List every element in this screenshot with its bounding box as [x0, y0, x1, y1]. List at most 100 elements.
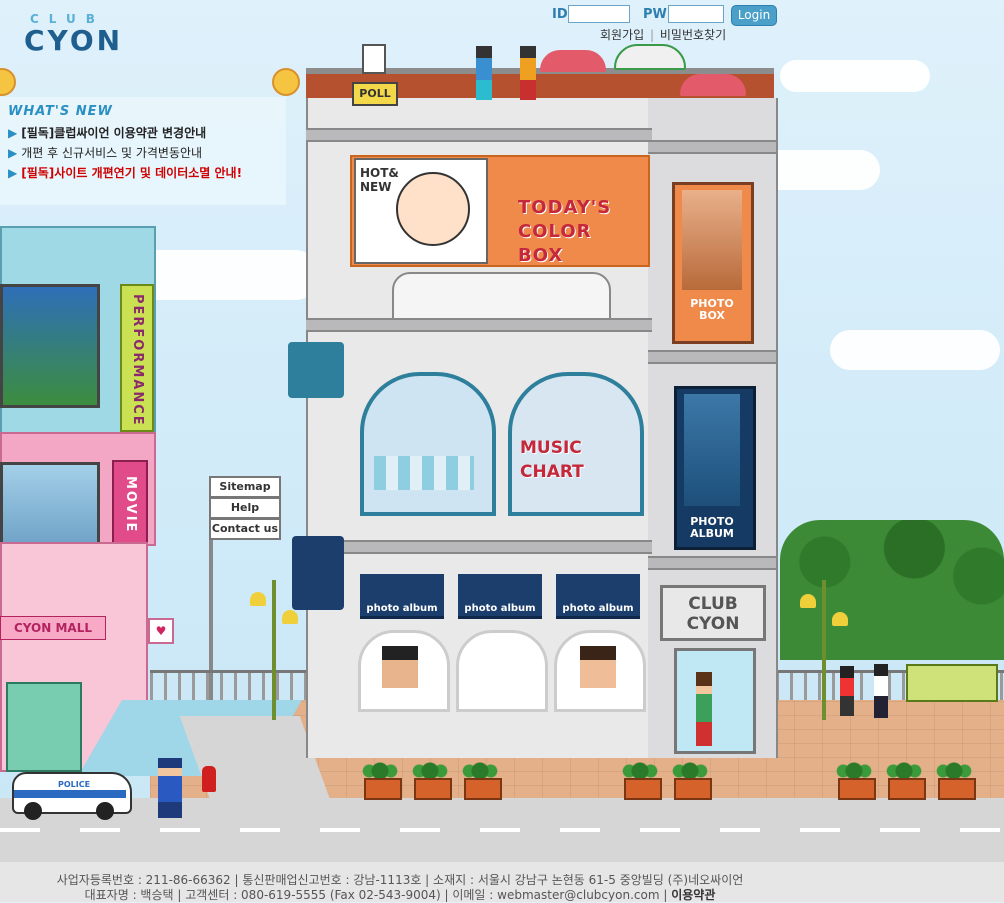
performance-image[interactable]: [0, 284, 100, 408]
poll-sign[interactable]: POLL: [352, 82, 398, 106]
street-lamp: [272, 580, 276, 720]
id-label: ID: [552, 7, 568, 22]
ring-icon: [272, 68, 300, 96]
heart-icon: ♥: [148, 618, 174, 644]
news-item[interactable]: ▶ [필독]클럽싸이언 이용약관 변경안내: [8, 124, 206, 141]
logo-cyon[interactable]: CYON: [24, 24, 123, 57]
guitars-icon: [374, 456, 474, 490]
ring-icon: [0, 68, 16, 96]
parasol-icon: [614, 44, 686, 70]
lamp-icon: [250, 592, 266, 606]
login-links: 회원가입 | 비밀번호찾기: [600, 26, 726, 43]
cornice: [648, 140, 776, 154]
hot-new-panel[interactable]: HOT& NEW: [354, 158, 488, 264]
photo-album-portrait: [684, 394, 740, 506]
label-line: CHART: [520, 462, 584, 482]
cornice: [306, 318, 652, 332]
help-sign[interactable]: Help: [209, 497, 281, 519]
planter: [364, 778, 402, 800]
lamp-icon: [832, 612, 848, 626]
label-line: CYON: [686, 614, 740, 634]
planter: [838, 778, 876, 800]
pw-input[interactable]: [668, 5, 724, 23]
person-icon: [840, 666, 854, 716]
police-stripe: [14, 790, 126, 798]
contact-us-sign[interactable]: Contact us: [209, 518, 281, 540]
photo-album-label: PHOTO ALBUM: [684, 516, 740, 540]
planter: [464, 778, 502, 800]
join-link[interactable]: 회원가입: [600, 28, 644, 42]
person-icon: [874, 664, 888, 718]
portrait-photo: [382, 646, 418, 688]
parasol-icon: [540, 50, 606, 72]
planter: [414, 778, 452, 800]
cornice: [306, 128, 652, 142]
planter: [674, 778, 712, 800]
fire-hydrant-icon: [202, 766, 216, 792]
entrance-door[interactable]: [674, 648, 756, 754]
find-password-link[interactable]: 비밀번호찾기: [660, 28, 726, 42]
club-cyon-sign[interactable]: CLUB CYON: [660, 585, 766, 641]
cyon-mall-sign[interactable]: CYON MALL: [0, 616, 106, 640]
person-icon: [696, 672, 712, 746]
character-face-icon: [396, 172, 470, 246]
trees: [780, 520, 1004, 660]
planter: [888, 778, 926, 800]
pw-label: PW: [643, 7, 667, 22]
label-line: ALBUM: [690, 527, 734, 540]
planter: [938, 778, 976, 800]
photo-box-label: PHOTO BOX: [682, 298, 742, 322]
cloud: [780, 60, 930, 92]
label-line: TODAY'S: [518, 197, 612, 218]
login-button[interactable]: Login: [731, 5, 777, 26]
arch-sign: [392, 272, 611, 320]
label-line: CLUB: [688, 594, 738, 614]
road-markings: [0, 828, 1004, 832]
triangle-bullet-icon: ▶: [8, 146, 18, 160]
side-awning: [288, 342, 344, 398]
label-line: BOX: [699, 309, 725, 322]
street-lamp: [822, 580, 826, 720]
police-officer-icon: [158, 758, 182, 818]
cloud: [130, 250, 320, 300]
ballot-box-icon: [362, 44, 386, 74]
news-item-text: [필독]사이트 개편연기 및 데이터소멸 안내!: [21, 166, 243, 180]
music-chart-label: MUSIC CHART: [520, 436, 584, 484]
footer-line-2: 대표자명 : 백승택 | 고객센터 : 080-619-5555 (Fax 02…: [0, 886, 800, 903]
person-icon: [520, 46, 536, 100]
police-label: POLICE: [58, 780, 91, 789]
photo-album-window[interactable]: [456, 630, 548, 712]
id-input[interactable]: [568, 5, 630, 23]
wheel-icon: [24, 802, 42, 820]
news-item[interactable]: ▶ [필독]사이트 개편연기 및 데이터소멸 안내!: [8, 164, 242, 181]
news-item[interactable]: ▶ 개편 후 신규서비스 및 가격변동안내: [8, 144, 202, 161]
cornice: [306, 540, 652, 554]
lamp-icon: [282, 610, 298, 624]
triangle-bullet-icon: ▶: [8, 126, 18, 140]
cloud: [830, 330, 1000, 370]
movie-sign[interactable]: MOVIE: [112, 460, 148, 548]
hot-new-label: HOT& NEW: [360, 166, 399, 194]
photo-album-awning[interactable]: photo album: [360, 574, 444, 619]
link-separator: |: [650, 28, 655, 42]
guitar-window[interactable]: [360, 372, 496, 516]
side-awning: [292, 536, 344, 610]
label-line: COLOR: [518, 221, 592, 242]
label-line: MUSIC: [520, 438, 582, 458]
whats-new-title: WHAT'S NEW: [8, 104, 113, 119]
planter: [624, 778, 662, 800]
person-icon: [476, 46, 492, 100]
label-line: BOX: [518, 245, 564, 266]
wheel-icon: [96, 802, 114, 820]
performance-label: PERFORMANCE: [130, 294, 145, 427]
sitemap-sign[interactable]: Sitemap: [209, 476, 281, 498]
performance-sign[interactable]: PERFORMANCE: [120, 284, 154, 432]
photo-album-awning[interactable]: photo album: [458, 574, 542, 619]
lamp-icon: [800, 594, 816, 608]
todays-color-box-label: TODAY'S COLOR BOX: [518, 196, 611, 268]
photo-album-awning[interactable]: photo album: [556, 574, 640, 619]
terms-link[interactable]: 이용약관: [671, 888, 715, 902]
footer-contact: 대표자명 : 백승택 | 고객센터 : 080-619-5555 (Fax 02…: [84, 888, 668, 902]
triangle-bullet-icon: ▶: [8, 166, 18, 180]
portrait-photo: [580, 646, 616, 688]
